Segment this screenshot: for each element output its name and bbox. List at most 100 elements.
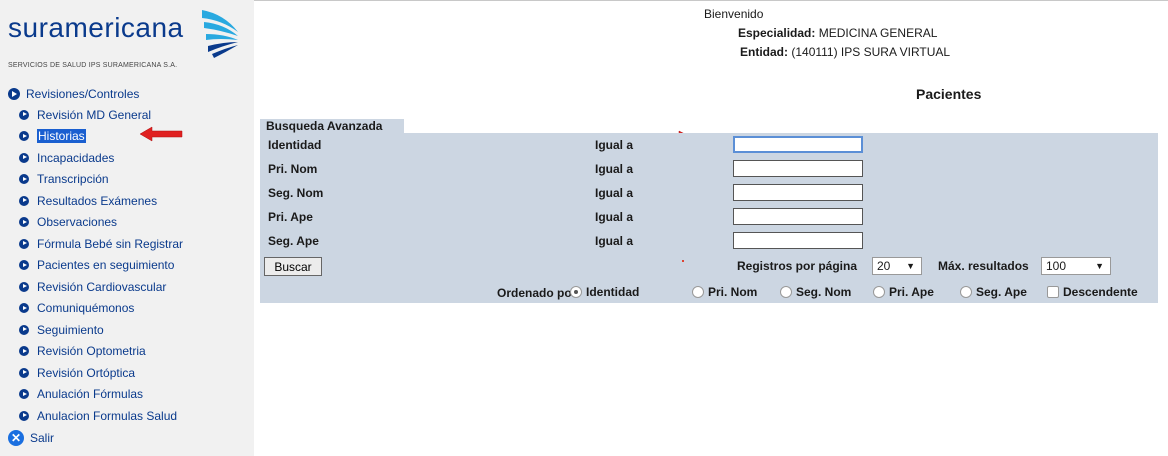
field-label: Pri. Ape [268,210,313,224]
radio-icon [780,286,792,298]
page-size-label: Registros por página [737,259,858,273]
arrow-bullet-icon [19,346,29,357]
sidebar-item[interactable]: Revisión MD General [8,104,253,126]
sidebar-item-label: Revisión Ortóptica [37,365,136,380]
specialty-label: Especialidad: [738,26,816,40]
sidebar-item[interactable]: Incapacidades [8,147,253,169]
operator-label: Igual a [595,186,634,200]
menu-root-revisiones[interactable]: Revisiones/Controles [8,84,253,104]
page-title: Pacientes [916,86,982,102]
sidebar-item-label: Incapacidades [37,150,115,165]
field-label: Pri. Nom [268,162,318,176]
page-size-select[interactable]: 20 ▼ [872,257,922,275]
order-radio[interactable]: Identidad [570,285,639,299]
sidebar-item-label: Observaciones [37,215,118,230]
sidebar-item[interactable]: Historias [8,126,253,148]
order-radio[interactable]: Pri. Ape [873,285,934,299]
sidebar-item[interactable]: Anulación Fórmulas [8,384,253,406]
radio-icon [570,286,582,298]
sidebar-item-label: Revisión Optometria [37,344,146,359]
search-field-row: Seg. Nom Igual a [260,182,1158,206]
arrow-bullet-icon [8,88,20,100]
arrow-bullet-icon [19,389,29,400]
tab-busqueda-avanzada[interactable]: Busqueda Avanzada [260,119,404,134]
chevron-down-icon: ▼ [906,261,915,271]
brand-name: suramericana [8,12,184,43]
radio-icon [960,286,972,298]
exit-label: Salir [30,430,55,445]
descending-label: Descendente [1063,285,1138,299]
order-option-label: Pri. Nom [708,285,758,299]
arrow-bullet-icon [19,260,29,271]
order-radio[interactable]: Seg. Nom [780,285,851,299]
entity-info: Entidad: (140111) IPS SURA VIRTUAL [740,45,950,59]
field-label: Identidad [268,138,322,152]
page-size-value: 20 [877,259,891,273]
sidebar-item-label: Revisión Cardiovascular [37,279,167,294]
sura-wings-icon [202,10,238,58]
arrow-bullet-icon [19,174,29,185]
arrow-bullet-icon [19,410,29,421]
arrow-bullet-icon [19,303,29,314]
search-button[interactable]: Buscar [264,257,322,276]
sidebar-item-label: Historias [37,129,86,144]
sidebar-item[interactable]: Transcripción [8,169,253,191]
search-field-row: Seg. Ape Igual a [260,230,1158,254]
descending-checkbox[interactable]: Descendente [1047,285,1138,299]
sidebar-item-label: Pacientes en seguimiento [37,258,175,273]
search-field-row: Identidad Igual a [260,134,1158,158]
operator-label: Igual a [595,138,634,152]
radio-icon [873,286,885,298]
sidebar-item-label: Anulacion Formulas Salud [37,408,178,423]
order-label: Ordenado por: [497,286,581,300]
sidebar-item[interactable]: Pacientes en seguimiento [8,255,253,277]
sidebar-item[interactable]: Seguimiento [8,319,253,341]
exit-button[interactable]: ✕ Salir [8,427,253,449]
sidebar-item[interactable]: Resultados Exámenes [8,190,253,212]
search-input[interactable] [733,160,863,177]
operator-label: Igual a [595,210,634,224]
sidebar-item-label: Revisión MD General [37,107,152,122]
order-row: Ordenado por: Identidad Pri. Nom Seg. Nom P… [260,285,1158,305]
menu-root-label: Revisiones/Controles [26,87,140,101]
search-input[interactable] [733,208,863,225]
search-input[interactable] [733,184,863,201]
header: Bienvenido Especialidad: MEDICINA GENERA… [254,0,1168,70]
order-option-label: Seg. Ape [976,285,1027,299]
sidebar-item[interactable]: Revisión Cardiovascular [8,276,253,298]
sidebar-item-label: Comuniquémonos [37,301,135,316]
sidebar-item[interactable]: Comuniquémonos [8,298,253,320]
order-option-label: Pri. Ape [889,285,934,299]
red-arrow-left-icon [140,126,183,142]
sidebar-item-label: Transcripción [37,172,109,187]
sidebar: suramericana SERVICIOS DE SALUD IPS SURA… [0,0,254,456]
sidebar-item[interactable]: Revisión Optometria [8,341,253,363]
sidebar-menu: Revisiones/Controles Revisión MD General… [8,84,253,449]
sidebar-item[interactable]: Revisión Ortóptica [8,362,253,384]
order-option-label: Identidad [586,285,640,299]
search-field-row: Pri. Ape Igual a [260,206,1158,230]
order-radio[interactable]: Seg. Ape [960,285,1027,299]
order-radio[interactable]: Pri. Nom [692,285,757,299]
radio-icon [692,286,704,298]
sidebar-item-label: Resultados Exámenes [37,193,158,208]
search-input[interactable] [733,232,863,249]
search-input[interactable] [733,136,863,153]
arrow-bullet-icon [19,238,29,249]
sidebar-item[interactable]: Observaciones [8,212,253,234]
sidebar-item[interactable]: Fórmula Bebé sin Registrar [8,233,253,255]
chevron-down-icon: ▼ [1095,261,1104,271]
sidebar-item[interactable]: Anulacion Formulas Salud [8,405,253,427]
sidebar-item-label: Anulación Fórmulas [37,387,144,402]
brand-subtitle: SERVICIOS DE SALUD IPS SURAMERICANA S.A. [8,62,178,69]
operator-label: Igual a [595,162,634,176]
max-results-label: Máx. resultados [938,259,1029,273]
red-dot [682,260,684,262]
arrow-bullet-icon [19,109,29,120]
search-panel: Identidad Igual a Pri. Nom Igual a Seg. Nom I… [260,133,1158,303]
logo: suramericana SERVICIOS DE SALUD IPS SURA… [8,8,248,78]
arrow-bullet-icon [19,152,29,163]
max-results-select[interactable]: 100 ▼ [1041,257,1111,275]
arrow-bullet-icon [19,324,29,335]
order-option-label: Seg. Nom [796,285,852,299]
